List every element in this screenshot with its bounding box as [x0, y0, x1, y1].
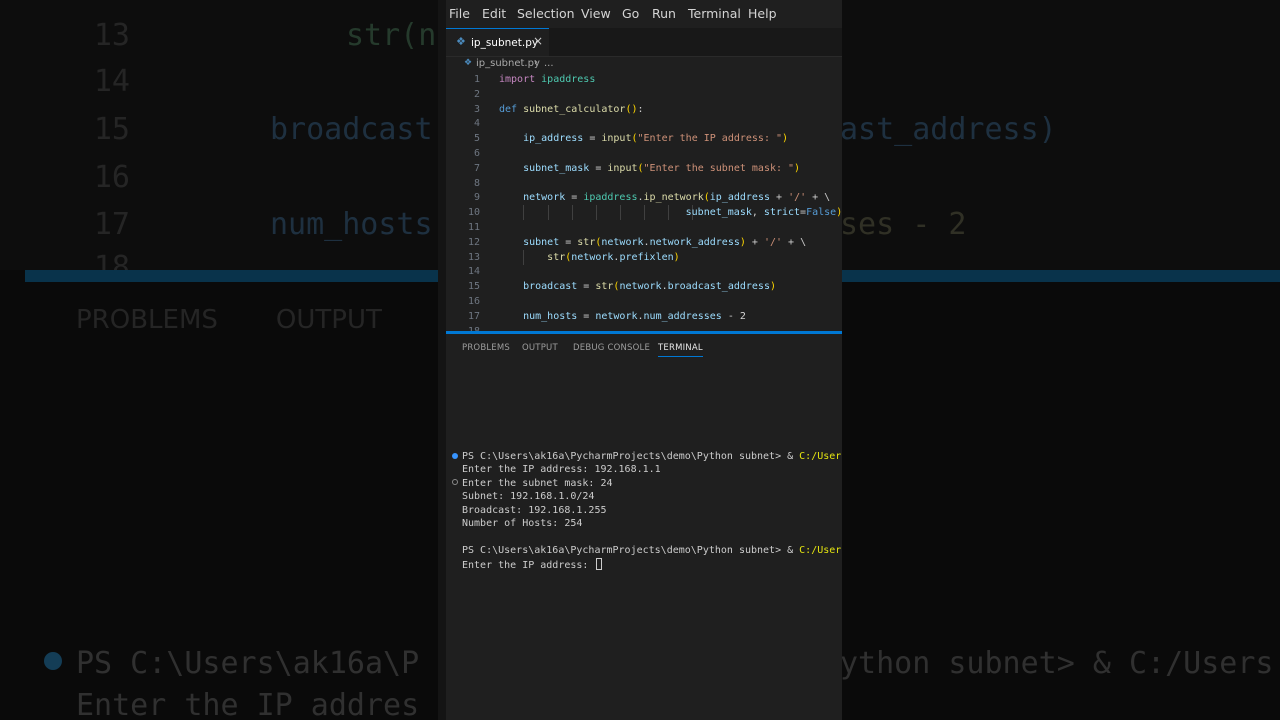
line-number: 15 — [467, 281, 480, 293]
code-line: 3 def subnet_calculator(): — [446, 102, 842, 117]
tab-problems[interactable]: PROBLEMS — [462, 343, 510, 353]
menu-view[interactable]: View — [581, 6, 611, 21]
code-line: 7 subnet_mask = input("Enter the subnet … — [446, 161, 842, 176]
line-number: 1 — [473, 74, 480, 85]
terminal-input-line[interactable]: Enter the IP address: — [462, 558, 603, 572]
python-file-icon: ❖ — [464, 58, 473, 68]
terminal-cursor — [596, 558, 603, 570]
line-number: 13 — [467, 251, 480, 263]
menu-go[interactable]: Go — [622, 6, 639, 21]
terminal-output-line: Subnet: 192.168.1.0/24 — [462, 491, 595, 502]
code-line: 6 — [446, 146, 842, 161]
code-line: 4 — [446, 116, 842, 131]
code-line: 12 subnet = str(network.network_address)… — [446, 235, 842, 250]
vscode-window: File Edit Selection View Go Run Terminal… — [446, 0, 842, 720]
close-icon[interactable]: × — [533, 34, 543, 48]
panel-tabs: PROBLEMS OUTPUT DEBUG CONSOLE TERMINAL — [446, 334, 842, 362]
editor-tab-bar: ❖ ip_subnet.py × — [446, 28, 842, 57]
line-number: 9 — [473, 192, 480, 204]
chevron-right-icon: › — [534, 57, 538, 68]
code-text: network = ipaddress.ip_network(ip_addres… — [523, 192, 831, 204]
code-text: broadcast = str(network.broadcast_addres… — [523, 281, 777, 293]
terminal-output-line: Enter the subnet mask: 24 — [462, 478, 613, 489]
line-number: 11 — [467, 222, 480, 233]
tab-label: ip_subnet.py — [471, 37, 539, 49]
line-number: 6 — [473, 148, 480, 159]
terminal-output-line: Number of Hosts: 254 — [462, 518, 583, 529]
code-line: 1 import ipaddress — [446, 72, 842, 87]
line-number: 2 — [473, 88, 480, 100]
code-line: 9 network = ipaddress.ip_network(ip_addr… — [446, 190, 842, 205]
code-text: subnet_mask = input("Enter the subnet ma… — [523, 162, 801, 174]
breadcrumb-file[interactable]: ip_subnet.py — [476, 58, 540, 69]
menu-selection[interactable]: Selection — [517, 6, 575, 21]
command-success-dot — [452, 453, 458, 459]
code-line: 16 — [446, 294, 842, 309]
terminal-output-line: Enter the IP address: 192.168.1.1 — [462, 464, 661, 475]
code-editor[interactable]: 1 import ipaddress 2 3 def subnet_calculator… — [446, 72, 842, 332]
code-text: subnet = str(network.network_address) + … — [523, 236, 807, 248]
line-number: 10 — [467, 207, 480, 219]
code-text: subnet_mask, strict=False) — [685, 207, 842, 219]
line-number: 14 — [467, 266, 480, 278]
tab-ip-subnet[interactable]: ❖ ip_subnet.py × — [446, 28, 549, 56]
breadcrumb: ❖ ip_subnet.py › ... — [446, 56, 842, 72]
line-number: 12 — [467, 236, 480, 248]
tab-output[interactable]: OUTPUT — [522, 343, 558, 353]
code-text: import ipaddress — [499, 74, 596, 85]
code-text: ip_address = input("Enter the IP address… — [523, 133, 789, 145]
code-text: num_hosts = network.num_addresses - 2 — [523, 310, 746, 322]
line-number: 16 — [467, 296, 480, 307]
code-line: 2 — [446, 87, 842, 102]
menu-edit[interactable]: Edit — [482, 6, 506, 21]
menu-run[interactable]: Run — [652, 6, 676, 21]
code-text: str(network.prefixlen) — [547, 251, 680, 263]
tab-debug-console[interactable]: DEBUG CONSOLE — [573, 343, 650, 353]
code-line: 14 — [446, 264, 842, 279]
line-number: 17 — [467, 310, 480, 322]
menu-terminal[interactable]: Terminal — [688, 6, 741, 21]
code-line: 11 — [446, 220, 842, 235]
line-number: 3 — [473, 103, 480, 115]
terminal-output-line: Broadcast: 192.168.1.255 — [462, 505, 607, 516]
terminal-panel[interactable]: PS C:\Users\ak16a\PycharmProjects\demo\P… — [446, 362, 842, 720]
line-number: 5 — [473, 133, 480, 145]
code-line: 5 ip_address = input("Enter the IP addre… — [446, 131, 842, 146]
code-line: 13 str(network.prefixlen) — [446, 249, 842, 265]
code-line: 10 subnet_mask, strict=False) — [446, 205, 842, 221]
code-line: 15 broadcast = str(network.broadcast_add… — [446, 279, 842, 294]
menu-bar: File Edit Selection View Go Run Terminal… — [446, 0, 842, 28]
line-number: 7 — [473, 162, 480, 174]
code-text: def subnet_calculator(): — [499, 103, 644, 115]
breadcrumb-more[interactable]: ... — [544, 58, 554, 69]
terminal-prompt: PS C:\Users\ak16a\PycharmProjects\demo\P… — [462, 451, 842, 462]
code-line: 17 num_hosts = network.num_addresses - 2 — [446, 309, 842, 324]
left-edge-strip — [438, 0, 446, 720]
code-line: 8 — [446, 176, 842, 191]
command-decoration-dot — [452, 479, 458, 485]
terminal-prompt: PS C:\Users\ak16a\PycharmProjects\demo\P… — [462, 545, 842, 556]
menu-help[interactable]: Help — [748, 6, 777, 21]
python-file-icon: ❖ — [456, 35, 466, 48]
line-number: 4 — [473, 118, 480, 130]
menu-file[interactable]: File — [449, 6, 470, 21]
tab-terminal[interactable]: TERMINAL — [658, 343, 703, 357]
line-number: 8 — [473, 177, 480, 189]
